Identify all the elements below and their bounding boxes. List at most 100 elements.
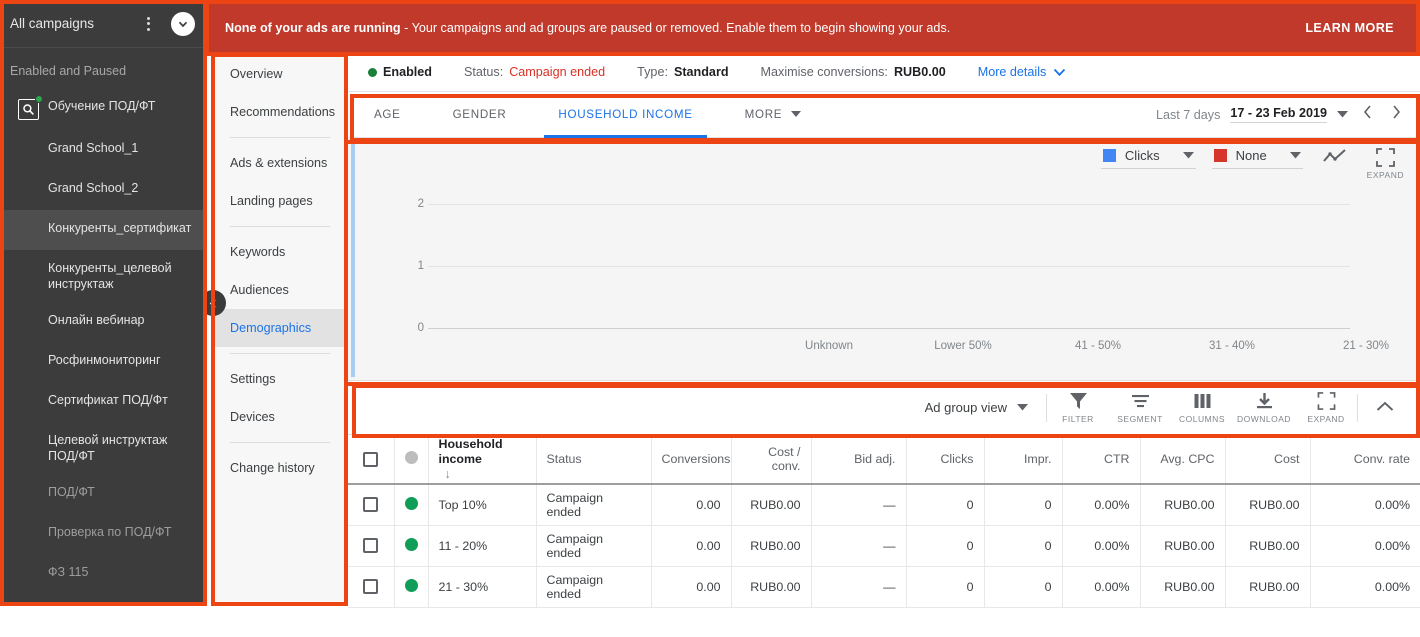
cell-conversions: 0.00 — [651, 525, 732, 567]
column-header-conversions[interactable]: Conversions — [651, 435, 732, 485]
cell-bid-adj: — — [811, 484, 907, 526]
column-header-ctr[interactable]: CTR — [1062, 435, 1141, 485]
download-button[interactable]: DOWNLOAD — [1233, 392, 1295, 424]
nav-divider — [230, 137, 330, 138]
checkbox-unchecked-icon[interactable] — [363, 497, 379, 513]
sidebar-item-grand-school-2[interactable]: Grand School_2 — [0, 170, 205, 210]
metric-selector-primary[interactable]: Clicks — [1100, 146, 1196, 169]
table-row[interactable]: 11 - 20% Campaign ended 0.00 RUB0.00 — 0… — [348, 525, 1420, 567]
nav-item-demographics[interactable]: Demographics — [213, 309, 347, 347]
nav-item-settings[interactable]: Settings — [213, 360, 347, 398]
chevron-down-icon — [1054, 68, 1066, 76]
sidebar-item-proverka-pod-ft[interactable]: Проверка по ПОД/ФТ — [0, 514, 205, 554]
tab-more[interactable]: MORE — [719, 92, 828, 138]
nav-item-ads-extensions[interactable]: Ads & extensions — [213, 144, 347, 182]
ads-not-running-banner: None of your ads are running - Your camp… — [205, 2, 1420, 53]
nav-item-overview[interactable]: Overview — [213, 55, 347, 93]
caret-down-icon — [791, 111, 802, 117]
y-axis-tick: 0 — [417, 322, 424, 334]
checkbox-unchecked-icon[interactable] — [363, 451, 379, 467]
filter-label: FILTER — [1062, 413, 1094, 424]
sidebar-item-rosfinmonitoring[interactable]: Росфинмониторинг — [0, 342, 205, 382]
chart-type-button[interactable] — [1319, 146, 1351, 166]
sidebar-section-label: Enabled and Paused — [10, 64, 127, 78]
sidebar-item-konkurenty-sertifikat[interactable]: Конкуренты_сертификат — [0, 210, 205, 250]
column-header-clicks[interactable]: Clicks — [906, 435, 985, 485]
prev-period-button[interactable] — [1358, 104, 1377, 125]
nav-item-devices[interactable]: Devices — [213, 398, 347, 436]
date-range-preset: Last 7 days — [1155, 107, 1221, 122]
nav-item-recommendations[interactable]: Recommendations — [213, 93, 347, 131]
column-header-avg-cpc[interactable]: Avg. CPC — [1140, 435, 1226, 485]
sidebar-item-obuchenie[interactable]: Обучение ПОД/ФТ — [0, 88, 205, 130]
sidebar-item-celevoj-instruktazh[interactable]: Целевой инструктаж ПОД/ФТ — [0, 422, 205, 474]
select-all-cell — [348, 435, 395, 485]
table-expand-button[interactable]: EXPAND — [1295, 391, 1357, 424]
green-dot-icon — [404, 578, 418, 592]
sidebar-item-label: Онлайн вебинар — [48, 313, 145, 327]
collapse-chart-button[interactable] — [1358, 399, 1412, 417]
column-header-cost-conv[interactable]: Cost / conv. — [731, 435, 812, 485]
table-row[interactable]: 21 - 30% Campaign ended 0.00 RUB0.00 — 0… — [348, 566, 1420, 608]
line-chart-icon — [1322, 149, 1346, 162]
nav-item-keywords[interactable]: Keywords — [213, 233, 347, 271]
column-header-household-income[interactable]: Household income↓ — [428, 435, 537, 485]
sidebar-item-fz-115[interactable]: ФЗ 115 — [0, 554, 205, 594]
row-checkbox-cell — [348, 484, 395, 526]
sidebar-item-label: Grand School_2 — [48, 181, 139, 195]
filter-button[interactable]: FILTER — [1047, 392, 1109, 424]
x-axis-line — [428, 328, 1350, 329]
metric-selector-secondary[interactable]: None — [1211, 146, 1303, 169]
x-axis-tick: Unknown — [805, 340, 853, 352]
x-axis-tick: 31 - 40% — [1208, 340, 1256, 352]
more-details-button[interactable]: More details — [962, 65, 1083, 79]
table-toolbar: Ad group view FILTER SEGMENT COLUMNS DOW… — [348, 381, 1420, 435]
sidebar-item-label: ПОД/ФТ — [48, 485, 95, 499]
checkbox-unchecked-icon[interactable] — [363, 579, 379, 595]
table-row[interactable]: Top 10% Campaign ended 0.00 RUB0.00 — 0 … — [348, 484, 1420, 526]
green-dot-icon — [368, 67, 377, 77]
row-status-cell — [394, 484, 429, 526]
green-dot-icon — [404, 537, 418, 551]
columns-button[interactable]: COLUMNS — [1171, 392, 1233, 424]
cell-household-income: 21 - 30% — [428, 566, 537, 608]
column-header-status[interactable]: Status — [536, 435, 652, 485]
cell-ctr: 0.00% — [1062, 525, 1141, 567]
view-selector[interactable]: Ad group view — [925, 400, 1046, 415]
segment-button[interactable]: SEGMENT — [1109, 392, 1171, 424]
column-header-cost[interactable]: Cost — [1225, 435, 1311, 485]
sidebar-item-konkurenty-celevoj[interactable]: Конкуренты_целевой инструктаж — [0, 250, 205, 302]
download-icon — [1256, 392, 1272, 408]
campaign-sidebar: All campaigns Enabled and Paused Обучени… — [0, 0, 205, 604]
cell-impr: 0 — [984, 525, 1063, 567]
tab-gender[interactable]: GENDER — [427, 92, 533, 138]
type-value: Standard — [673, 65, 729, 79]
cell-clicks: 0 — [906, 484, 985, 526]
learn-more-link[interactable]: LEARN MORE — [1305, 21, 1400, 35]
nav-item-change-history[interactable]: Change history — [213, 449, 347, 487]
next-period-button[interactable] — [1387, 104, 1406, 125]
column-header-impr[interactable]: Impr. — [984, 435, 1063, 485]
caret-down-icon[interactable] — [1337, 111, 1348, 118]
page-nav-panel: Overview Recommendations Ads & extension… — [213, 55, 348, 604]
status-dot-icon — [35, 95, 43, 103]
tab-household-income[interactable]: HOUSEHOLD INCOME — [532, 92, 718, 138]
sidebar-item-sertifikat[interactable]: Сертификат ПОД/Фт — [0, 382, 205, 422]
row-checkbox-cell — [348, 525, 395, 567]
nav-item-audiences[interactable]: Audiences — [213, 271, 347, 309]
column-header-conv-rate[interactable]: Conv. rate — [1310, 435, 1420, 485]
chevron-down-circle-icon[interactable] — [171, 11, 195, 36]
tab-age[interactable]: AGE — [348, 92, 427, 138]
column-header-bid-adj[interactable]: Bid adj. — [811, 435, 907, 485]
checkbox-unchecked-icon[interactable] — [363, 538, 379, 554]
sidebar-item-grand-school-1[interactable]: Grand School_1 — [0, 130, 205, 170]
sidebar-item-onlajn-vebinar[interactable]: Онлайн вебинар — [0, 302, 205, 342]
chevron-left-icon — [209, 298, 216, 308]
main-content: Enabled Status: Campaign ended Type: Sta… — [348, 53, 1420, 637]
more-vert-icon[interactable] — [139, 16, 157, 31]
sidebar-collapse-button[interactable] — [200, 290, 226, 316]
date-range-value[interactable]: 17 - 23 Feb 2019 — [1230, 106, 1327, 123]
sidebar-item-pod-ft[interactable]: ПОД/ФТ — [0, 474, 205, 514]
nav-item-landing-pages[interactable]: Landing pages — [213, 182, 347, 220]
chart-expand-button[interactable]: EXPAND — [1367, 146, 1404, 180]
